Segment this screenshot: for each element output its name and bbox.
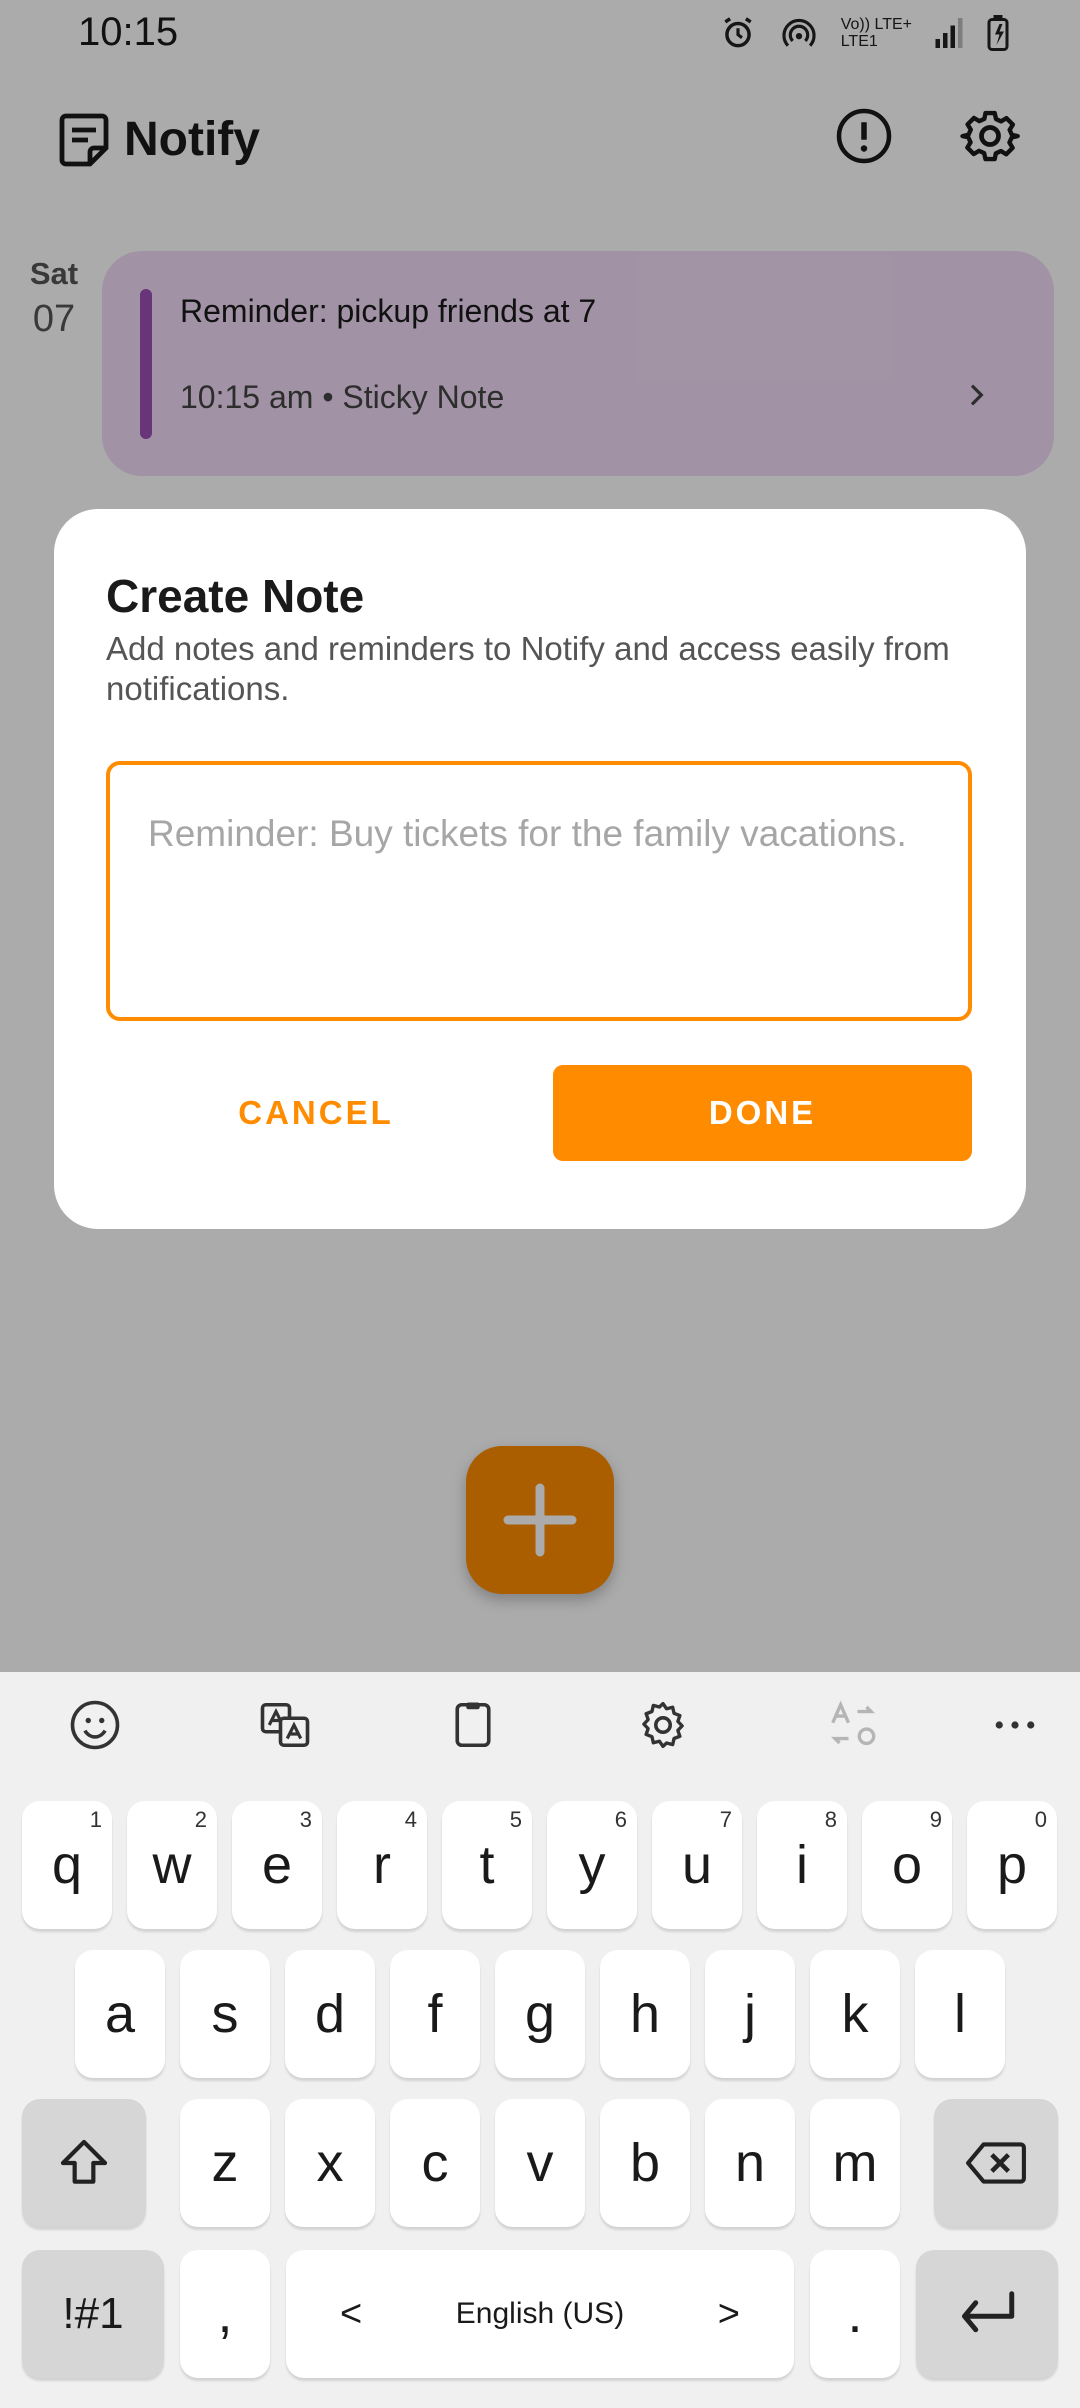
backspace-icon <box>966 2142 1026 2184</box>
key-p[interactable]: p0 <box>967 1801 1057 1929</box>
key-r[interactable]: r4 <box>337 1801 427 1929</box>
more-icon[interactable] <box>988 1698 1042 1752</box>
space-key[interactable]: < English (US) > <box>286 2250 794 2378</box>
create-note-dialog: Create Note Add notes and reminders to N… <box>54 509 1026 1229</box>
key-label: w <box>152 1835 192 1895</box>
key-label: p <box>996 1835 1028 1895</box>
shift-icon <box>60 2139 108 2184</box>
symbols-key[interactable]: !#1 <box>22 2250 164 2378</box>
key-y[interactable]: y6 <box>547 1801 637 1929</box>
soft-keyboard: q1 w2 e3 r4 t5 y6 u7 i8 o9 p0 a s d f g … <box>0 1672 1080 2408</box>
done-button[interactable]: DONE <box>553 1065 972 1161</box>
dialog-description: Add notes and reminders to Notify and ac… <box>106 630 950 707</box>
backspace-key[interactable] <box>934 2099 1058 2227</box>
key-a[interactable]: a <box>75 1950 165 2078</box>
note-input[interactable] <box>106 761 972 1021</box>
cursor-right-icon[interactable]: > <box>718 2293 740 2336</box>
key-q[interactable]: q1 <box>22 1801 112 1929</box>
key-e[interactable]: e3 <box>232 1801 322 1929</box>
cursor-left-icon[interactable]: < <box>340 2293 362 2336</box>
text-convert-icon[interactable] <box>826 1698 880 1752</box>
period-key[interactable]: . <box>810 2250 900 2378</box>
key-label: y <box>578 1835 606 1895</box>
key-label: q <box>51 1835 83 1895</box>
key-hint: 4 <box>404 1807 417 1832</box>
key-o[interactable]: o9 <box>862 1801 952 1929</box>
key-d[interactable]: d <box>285 1950 375 2078</box>
key-hint: 1 <box>89 1807 102 1832</box>
key-l[interactable]: l <box>915 1950 1005 2078</box>
key-m[interactable]: m <box>810 2099 900 2227</box>
key-n[interactable]: n <box>705 2099 795 2227</box>
key-t[interactable]: t5 <box>442 1801 532 1929</box>
key-w[interactable]: w2 <box>127 1801 217 1929</box>
key-v[interactable]: v <box>495 2099 585 2227</box>
dialog-title: Create Note <box>106 570 365 622</box>
key-x[interactable]: x <box>285 2099 375 2227</box>
key-k[interactable]: k <box>810 1950 900 2078</box>
enter-key[interactable] <box>916 2250 1058 2378</box>
key-hint: 7 <box>719 1807 732 1832</box>
key-hint: 6 <box>614 1807 627 1832</box>
translate-icon[interactable] <box>258 1698 312 1752</box>
key-hint: 0 <box>1034 1807 1047 1832</box>
key-hint: 3 <box>299 1807 312 1832</box>
key-c[interactable]: c <box>390 2099 480 2227</box>
key-hint: 9 <box>929 1807 942 1832</box>
key-h[interactable]: h <box>600 1950 690 2078</box>
key-i[interactable]: i8 <box>757 1801 847 1929</box>
key-label: e <box>261 1835 293 1895</box>
keyboard-toolbar <box>0 1672 1080 1777</box>
enter-icon <box>962 2291 1015 2333</box>
key-label: r <box>373 1835 391 1895</box>
key-hint: 5 <box>509 1807 522 1832</box>
key-u[interactable]: u7 <box>652 1801 742 1929</box>
key-j[interactable]: j <box>705 1950 795 2078</box>
shift-key[interactable] <box>22 2099 146 2227</box>
emoji-icon[interactable] <box>68 1698 122 1752</box>
language-label: English (US) <box>455 2297 625 2330</box>
key-f[interactable]: f <box>390 1950 480 2078</box>
clipboard-icon[interactable] <box>446 1698 500 1752</box>
key-label: t <box>479 1835 495 1895</box>
key-b[interactable]: b <box>600 2099 690 2227</box>
key-g[interactable]: g <box>495 1950 585 2078</box>
key-label: o <box>891 1835 923 1895</box>
key-hint: 8 <box>824 1807 837 1832</box>
keyboard-settings-icon[interactable] <box>636 1698 690 1752</box>
key-label: u <box>681 1835 713 1895</box>
key-label: i <box>796 1835 808 1895</box>
cancel-button[interactable]: CANCEL <box>106 1065 526 1161</box>
key-z[interactable]: z <box>180 2099 270 2227</box>
key-s[interactable]: s <box>180 1950 270 2078</box>
comma-key[interactable]: , <box>180 2250 270 2378</box>
key-hint: 2 <box>194 1807 207 1832</box>
